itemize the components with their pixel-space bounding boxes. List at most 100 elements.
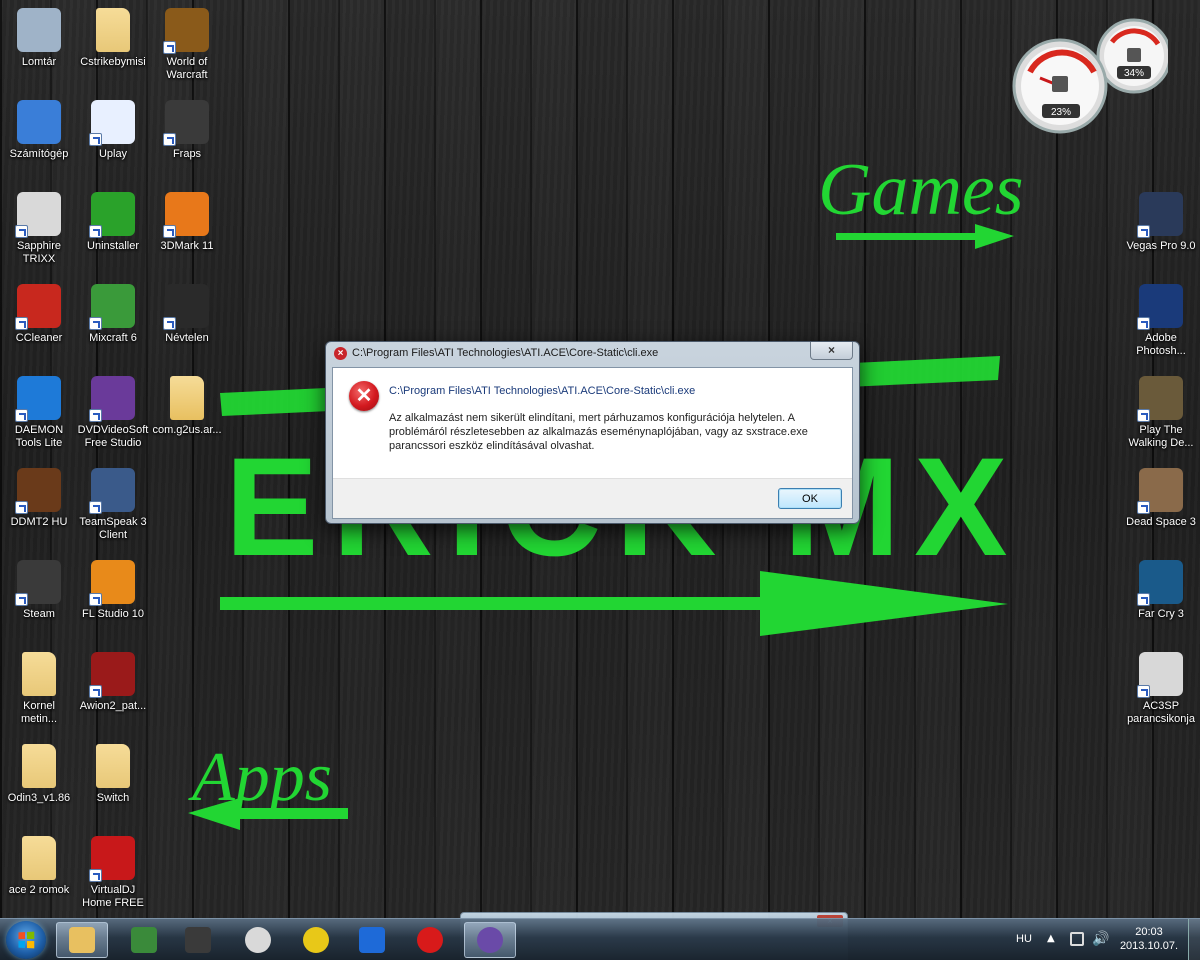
desktop-icon[interactable]: AC3SP parancsikonja (1122, 648, 1200, 734)
photoshop-icon (1137, 284, 1183, 330)
desktop-icon[interactable]: Lomtár (0, 4, 78, 90)
desktop-icon[interactable]: Uninstaller (74, 188, 152, 274)
desktop-icon[interactable]: Switch (74, 740, 152, 826)
desktop-icon[interactable]: CCleaner (0, 280, 78, 366)
dialog-close-button[interactable]: × (810, 342, 853, 360)
uplay-icon (89, 100, 135, 146)
shortcut-arrow-icon (1137, 317, 1150, 330)
desktop-icon-label: TeamSpeak 3 Client (79, 516, 147, 541)
folder-icon (22, 652, 56, 696)
error-icon: ✕ (349, 381, 379, 411)
explorer-icon (69, 927, 95, 953)
shortcut-arrow-icon (163, 133, 176, 146)
network-icon[interactable] (1070, 932, 1084, 946)
folder-icon (96, 8, 130, 52)
desktop-icon[interactable]: Névtelen (148, 280, 226, 366)
cpu-meter-gadget[interactable]: 23% 34% (1008, 14, 1172, 134)
taskbar-app-button[interactable] (290, 922, 342, 958)
desktop-icon-label: Fraps (172, 148, 202, 160)
mixcraft-icon (89, 284, 135, 330)
taskbar-app-button[interactable] (232, 922, 284, 958)
dialog-title: C:\Program Files\ATI Technologies\ATI.AC… (352, 347, 659, 359)
dialog-titlebar[interactable]: × C:\Program Files\ATI Technologies\ATI.… (326, 342, 859, 364)
desktop-icon[interactable]: Fraps (148, 96, 226, 182)
shortcut-arrow-icon (1137, 225, 1150, 238)
desktop-icon[interactable]: Steam (0, 556, 78, 642)
desktop-icon[interactable]: Vegas Pro 9.0 (1122, 188, 1200, 274)
shortcut-arrow-icon (1137, 685, 1150, 698)
folder-icon (22, 744, 56, 788)
fraps-icon (185, 927, 211, 953)
games-text: Games (818, 149, 1024, 231)
steam-icon (15, 560, 61, 606)
desktop-icon-label: Névtelen (165, 332, 209, 344)
desktop-icon-label: DAEMON Tools Lite (14, 424, 64, 449)
clock-time: 20:03 (1135, 926, 1163, 938)
desktop-icon[interactable]: Far Cry 3 (1122, 556, 1200, 642)
shortcut-arrow-icon (89, 869, 102, 882)
uninstaller-icon (89, 192, 135, 238)
desktop-icon-label: Számítógép (9, 148, 69, 160)
ok-button[interactable]: OK (778, 488, 842, 509)
desktop-icon[interactable]: FL Studio 10 (74, 556, 152, 642)
farcry-icon (1137, 560, 1183, 606)
desktop-icon-label: Uninstaller (87, 240, 139, 252)
taskbar: HU ▲ 🔊 20:03 2013.10.07. (0, 918, 1200, 960)
taskbar-app-button[interactable] (346, 922, 398, 958)
shortcut-arrow-icon (1137, 409, 1150, 422)
desktop-icon-label: ace 2 romok (8, 884, 70, 896)
desktop-icon-label: Awion2_pat... (79, 700, 147, 712)
start-button[interactable] (6, 921, 46, 959)
volume-icon[interactable]: 🔊 (1092, 931, 1109, 947)
language-indicator[interactable]: HU (1016, 933, 1032, 945)
desktop-icon[interactable]: DDMT2 HU (0, 464, 78, 550)
desktop-icon[interactable]: Adobe Photosh... (1122, 280, 1200, 366)
clock[interactable]: 20:03 2013.10.07. (1116, 925, 1182, 953)
desktop-icon[interactable]: Sapphire TRIXX (0, 188, 78, 274)
shortcut-arrow-icon (15, 409, 28, 422)
desktop-icon-label: Far Cry 3 (1138, 608, 1184, 620)
desktop-icon[interactable]: TeamSpeak 3 Client (74, 464, 152, 550)
dialog-footer: OK (333, 478, 852, 518)
taskbar-app-button[interactable] (464, 922, 516, 958)
taskbar-app-button[interactable] (118, 922, 170, 958)
monitor-icon (131, 927, 157, 953)
shortcut-arrow-icon (89, 225, 102, 238)
desktop-icon[interactable]: Dead Space 3 (1122, 464, 1200, 550)
desktop-icon-label: Lomtár (21, 56, 57, 68)
chrome-icon (303, 927, 329, 953)
desktop-icon[interactable]: Számítógép (0, 96, 78, 182)
desktop-icon[interactable]: Cstrikebymisi (74, 4, 152, 90)
shortcut-arrow-icon (89, 501, 102, 514)
desktop-icon[interactable]: Odin3_v1.86 (0, 740, 78, 826)
desktop-icon[interactable]: Mixcraft 6 (74, 280, 152, 366)
desktop-icon[interactable]: Kornel metin... (0, 648, 78, 734)
desktop-icon[interactable]: Awion2_pat... (74, 648, 152, 734)
taskbar-app-button[interactable] (404, 922, 456, 958)
desktop-icon[interactable]: DAEMON Tools Lite (0, 372, 78, 458)
desktop-icon[interactable]: 3DMark 11 (148, 188, 226, 274)
apps-text: Apps (188, 739, 332, 816)
desktop-icon[interactable]: Uplay (74, 96, 152, 182)
record-icon (417, 927, 443, 953)
desktop-icon[interactable]: VirtualDJ Home FREE (74, 832, 152, 918)
shortcut-arrow-icon (89, 685, 102, 698)
desktop-icon[interactable]: com.g2us.ar... (148, 372, 226, 458)
taskbar-app-button[interactable] (172, 922, 224, 958)
desktop-icon[interactable]: Play The Walking De... (1122, 372, 1200, 458)
desktop-icon-label: AC3SP parancsikonja (1127, 700, 1195, 725)
recycle-bin-icon (17, 8, 61, 52)
desktop-icon[interactable]: World of Warcraft (148, 4, 226, 90)
taskbar-app-button[interactable] (56, 922, 108, 958)
desktop-icon-label: Sapphire TRIXX (16, 240, 62, 265)
virtualdj-icon (89, 836, 135, 882)
show-desktop-button[interactable] (1188, 919, 1200, 960)
error-dialog: × C:\Program Files\ATI Technologies\ATI.… (325, 341, 860, 524)
desktop-icon-label: Switch (96, 792, 130, 804)
desktop-icon[interactable]: DVDVideoSoft Free Studio (74, 372, 152, 458)
shortcut-arrow-icon (89, 409, 102, 422)
error-small-icon: × (334, 346, 347, 360)
desktop-icon[interactable]: ace 2 romok (0, 832, 78, 918)
show-hidden-icons-icon[interactable]: ▲ (1047, 933, 1055, 944)
ram-percent: 34% (1124, 68, 1144, 79)
